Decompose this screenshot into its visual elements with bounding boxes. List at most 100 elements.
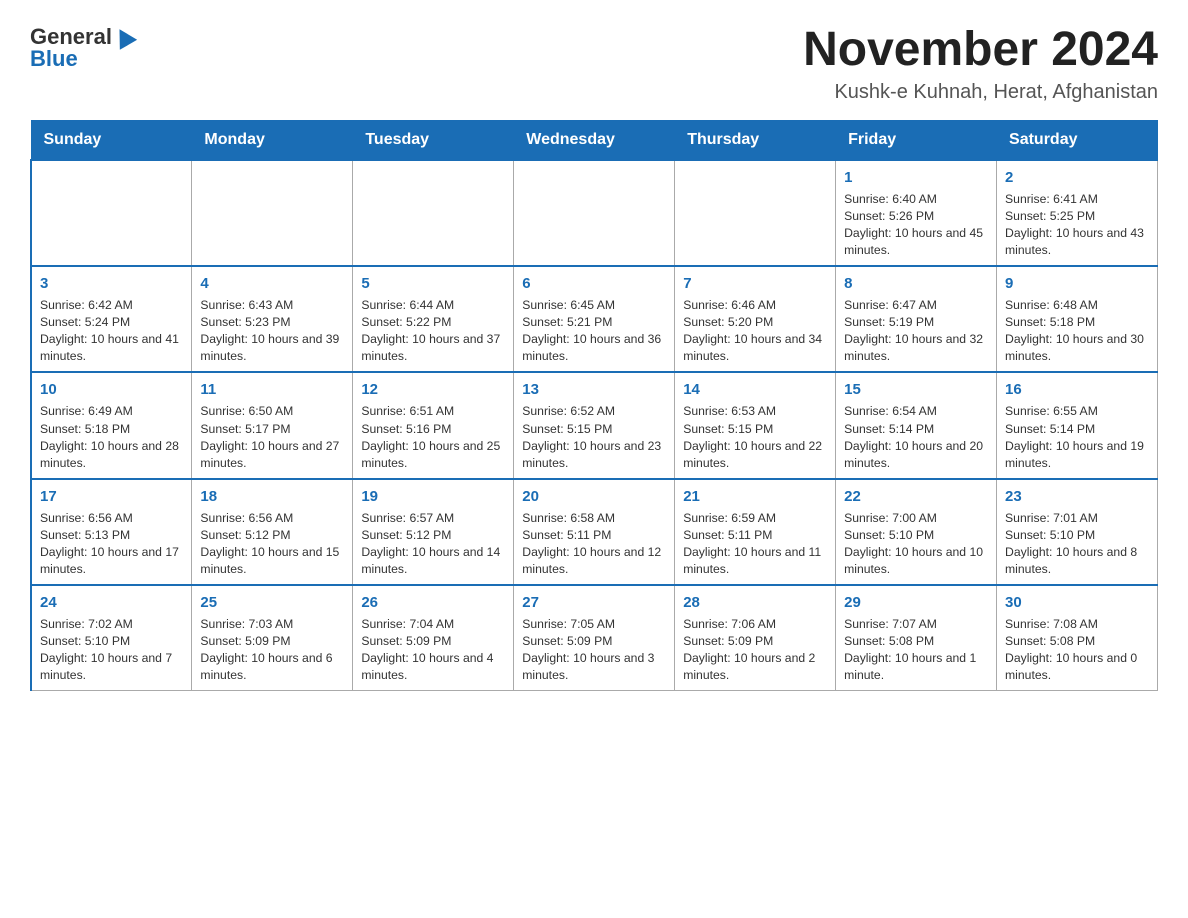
calendar-cell: 22Sunrise: 7:00 AMSunset: 5:10 PMDayligh… (836, 479, 997, 585)
day-number: 14 (683, 379, 827, 400)
main-title: November 2024 (803, 24, 1158, 77)
day-number: 15 (844, 379, 988, 400)
day-info: Sunrise: 7:08 AMSunset: 5:08 PMDaylight:… (1005, 616, 1149, 684)
calendar-cell: 15 Sunrise: 6:54 AMSunset: 5:14 PMDayligh… (836, 372, 997, 478)
day-number: 20 (522, 486, 666, 507)
calendar-cell: 16Sunrise: 6:55 AMSunset: 5:14 PMDayligh… (997, 372, 1158, 478)
day-number: 11 (200, 379, 344, 400)
calendar-week-5: 24 Sunrise: 7:02 AMSunset: 5:10 PMDayligh… (31, 585, 1158, 691)
header: General Blue November 2024 Kushk-e Kuhna… (30, 24, 1158, 104)
calendar-cell (514, 160, 675, 266)
day-number: 6 (522, 273, 666, 294)
day-number: 23 (1005, 486, 1149, 507)
day-number: 27 (522, 592, 666, 613)
calendar-cell: 2Sunrise: 6:41 AMSunset: 5:25 PMDaylight… (997, 160, 1158, 266)
day-info: Sunrise: 6:42 AMSunset: 5:24 PMDaylight:… (40, 297, 183, 365)
subtitle: Kushk-e Kuhnah, Herat, Afghanistan (803, 81, 1158, 104)
day-number: 10 (40, 379, 183, 400)
day-number: 2 (1005, 167, 1149, 188)
day-info: Sunrise: 6:57 AMSunset: 5:12 PMDaylight:… (361, 510, 505, 578)
calendar-cell: 30 Sunrise: 7:08 AMSunset: 5:08 PMDayligh… (997, 585, 1158, 691)
day-number: 8 (844, 273, 988, 294)
calendar-header-monday: Monday (192, 120, 353, 160)
day-number: 5 (361, 273, 505, 294)
day-info: Sunrise: 7:04 AMSunset: 5:09 PMDaylight:… (361, 616, 505, 684)
day-number: 30 (1005, 592, 1149, 613)
calendar-cell: 4 Sunrise: 6:43 AMSunset: 5:23 PMDaylight… (192, 266, 353, 372)
calendar-cell: 19 Sunrise: 6:57 AMSunset: 5:12 PMDayligh… (353, 479, 514, 585)
calendar-cell: 11Sunrise: 6:50 AMSunset: 5:17 PMDayligh… (192, 372, 353, 478)
day-info: Sunrise: 7:05 AMSunset: 5:09 PMDaylight:… (522, 616, 666, 684)
calendar-cell: 27 Sunrise: 7:05 AMSunset: 5:09 PMDayligh… (514, 585, 675, 691)
calendar-cell (192, 160, 353, 266)
day-number: 29 (844, 592, 988, 613)
day-info: Sunrise: 6:47 AMSunset: 5:19 PMDaylight:… (844, 297, 988, 365)
day-info: Sunrise: 6:56 AMSunset: 5:12 PMDaylight:… (200, 510, 344, 578)
day-number: 25 (200, 592, 344, 613)
calendar-cell: 6 Sunrise: 6:45 AMSunset: 5:21 PMDaylight… (514, 266, 675, 372)
day-number: 13 (522, 379, 666, 400)
day-info: Sunrise: 6:56 AMSunset: 5:13 PMDaylight:… (40, 510, 183, 578)
day-number: 17 (40, 486, 183, 507)
day-number: 28 (683, 592, 827, 613)
day-info: Sunrise: 6:52 AMSunset: 5:15 PMDaylight:… (522, 403, 666, 471)
day-number: 4 (200, 273, 344, 294)
calendar-cell: 26Sunrise: 7:04 AMSunset: 5:09 PMDayligh… (353, 585, 514, 691)
calendar-header-friday: Friday (836, 120, 997, 160)
day-number: 9 (1005, 273, 1149, 294)
day-info: Sunrise: 6:40 AMSunset: 5:26 PMDaylight:… (844, 191, 988, 259)
calendar-cell (675, 160, 836, 266)
day-number: 16 (1005, 379, 1149, 400)
calendar-week-4: 17 Sunrise: 6:56 AMSunset: 5:13 PMDayligh… (31, 479, 1158, 585)
day-info: Sunrise: 6:54 AMSunset: 5:14 PMDaylight:… (844, 403, 988, 471)
calendar-cell: 25 Sunrise: 7:03 AMSunset: 5:09 PMDayligh… (192, 585, 353, 691)
calendar-cell: 9 Sunrise: 6:48 AMSunset: 5:18 PMDaylight… (997, 266, 1158, 372)
calendar-cell: 10Sunrise: 6:49 AMSunset: 5:18 PMDayligh… (31, 372, 192, 478)
calendar-header-wednesday: Wednesday (514, 120, 675, 160)
day-number: 3 (40, 273, 183, 294)
day-info: Sunrise: 7:01 AMSunset: 5:10 PMDaylight:… (1005, 510, 1149, 578)
day-info: Sunrise: 7:03 AMSunset: 5:09 PMDaylight:… (200, 616, 344, 684)
day-info: Sunrise: 6:58 AMSunset: 5:11 PMDaylight:… (522, 510, 666, 578)
day-number: 18 (200, 486, 344, 507)
day-info: Sunrise: 6:46 AMSunset: 5:20 PMDaylight:… (683, 297, 827, 365)
day-number: 21 (683, 486, 827, 507)
day-info: Sunrise: 6:48 AMSunset: 5:18 PMDaylight:… (1005, 297, 1149, 365)
day-number: 7 (683, 273, 827, 294)
day-number: 19 (361, 486, 505, 507)
calendar-cell: 1Sunrise: 6:40 AMSunset: 5:26 PMDaylight… (836, 160, 997, 266)
calendar-cell: 7 Sunrise: 6:46 AMSunset: 5:20 PMDaylight… (675, 266, 836, 372)
calendar-cell: 28 Sunrise: 7:06 AMSunset: 5:09 PMDayligh… (675, 585, 836, 691)
calendar-cell (353, 160, 514, 266)
calendar-cell: 29 Sunrise: 7:07 AMSunset: 5:08 PMDayligh… (836, 585, 997, 691)
calendar-cell: 14Sunrise: 6:53 AMSunset: 5:15 PMDayligh… (675, 372, 836, 478)
day-number: 12 (361, 379, 505, 400)
calendar-cell: 21Sunrise: 6:59 AMSunset: 5:11 PMDayligh… (675, 479, 836, 585)
calendar-cell (31, 160, 192, 266)
calendar-header-tuesday: Tuesday (353, 120, 514, 160)
calendar-cell: 12Sunrise: 6:51 AMSunset: 5:16 PMDayligh… (353, 372, 514, 478)
calendar-cell: 20 Sunrise: 6:58 AMSunset: 5:11 PMDayligh… (514, 479, 675, 585)
day-info: Sunrise: 6:43 AMSunset: 5:23 PMDaylight:… (200, 297, 344, 365)
calendar-cell: 24 Sunrise: 7:02 AMSunset: 5:10 PMDayligh… (31, 585, 192, 691)
day-info: Sunrise: 7:00 AMSunset: 5:10 PMDaylight:… (844, 510, 988, 578)
calendar-cell: 8 Sunrise: 6:47 AMSunset: 5:19 PMDaylight… (836, 266, 997, 372)
day-info: Sunrise: 6:45 AMSunset: 5:21 PMDaylight:… (522, 297, 666, 365)
calendar-cell: 5 Sunrise: 6:44 AMSunset: 5:22 PMDaylight… (353, 266, 514, 372)
calendar-cell: 23 Sunrise: 7:01 AMSunset: 5:10 PMDayligh… (997, 479, 1158, 585)
calendar-cell: 3 Sunrise: 6:42 AMSunset: 5:24 PMDaylight… (31, 266, 192, 372)
logo-triangle-icon (111, 24, 137, 50)
day-info: Sunrise: 7:06 AMSunset: 5:09 PMDaylight:… (683, 616, 827, 684)
calendar-week-1: 1Sunrise: 6:40 AMSunset: 5:26 PMDaylight… (31, 160, 1158, 266)
calendar-week-3: 10Sunrise: 6:49 AMSunset: 5:18 PMDayligh… (31, 372, 1158, 478)
day-info: Sunrise: 7:02 AMSunset: 5:10 PMDaylight:… (40, 616, 183, 684)
calendar-cell: 18 Sunrise: 6:56 AMSunset: 5:12 PMDayligh… (192, 479, 353, 585)
calendar-cell: 13 Sunrise: 6:52 AMSunset: 5:15 PMDayligh… (514, 372, 675, 478)
day-info: Sunrise: 6:44 AMSunset: 5:22 PMDaylight:… (361, 297, 505, 365)
calendar-header-saturday: Saturday (997, 120, 1158, 160)
calendar-header-sunday: Sunday (31, 120, 192, 160)
calendar-week-2: 3 Sunrise: 6:42 AMSunset: 5:24 PMDaylight… (31, 266, 1158, 372)
logo: General Blue (30, 24, 136, 72)
day-number: 24 (40, 592, 183, 613)
day-info: Sunrise: 7:07 AMSunset: 5:08 PMDaylight:… (844, 616, 988, 684)
